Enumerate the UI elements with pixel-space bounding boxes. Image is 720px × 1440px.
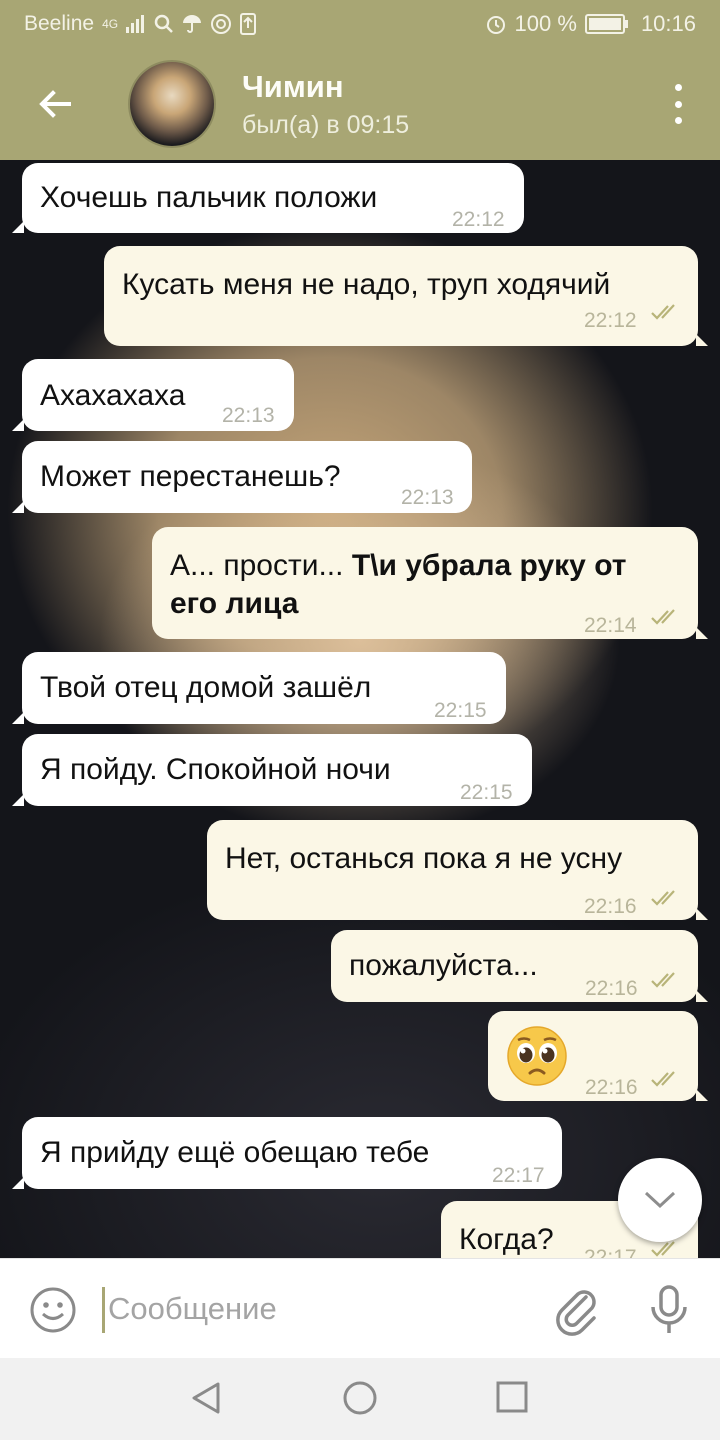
read-ticks-icon	[651, 972, 675, 988]
system-nav-bar	[0, 1358, 720, 1440]
message-time: 22:14	[584, 614, 637, 637]
status-left: Beeline 4G	[24, 12, 257, 36]
message-time: 22:12	[584, 309, 637, 332]
message-bubble-in[interactable]: Может перестанешь? 22:13	[12, 441, 472, 513]
message-bubble-in[interactable]: Хочешь пальчик положи 22:12	[12, 163, 524, 233]
message-bubble-in[interactable]: Я прийду ещё обещаю тебе 22:17	[12, 1117, 562, 1189]
message-bubble-out[interactable]: 🥺 22:16	[488, 1011, 708, 1101]
message-text: Я прийду ещё обещаю тебе	[40, 1136, 430, 1169]
message-time: 22:15	[434, 699, 487, 722]
read-ticks-icon	[651, 1241, 675, 1257]
message-time: 22:17	[492, 1164, 545, 1187]
avatar[interactable]	[128, 60, 216, 148]
back-button[interactable]	[20, 69, 90, 139]
contact-info[interactable]: Чимин был(а) в 09:15	[242, 69, 409, 140]
message-input[interactable]	[108, 1285, 528, 1333]
text-cursor	[102, 1287, 105, 1333]
message-text: Твой отец домой зашёл	[40, 671, 372, 704]
message-text-bold: Т\и убрала руку от	[351, 549, 627, 582]
alarm-icon	[486, 16, 505, 34]
read-ticks-icon	[651, 609, 675, 625]
umbrella-icon	[183, 15, 202, 33]
read-ticks-icon	[651, 890, 675, 906]
chevron-down-icon	[644, 1191, 676, 1209]
status-bar: Beeline 4G 100 % 10:16	[0, 0, 720, 48]
clock: 10:16	[640, 11, 696, 36]
read-ticks-icon	[651, 1071, 675, 1087]
battery-percent: 100 %	[514, 11, 577, 36]
message-bubble-in[interactable]: Твой отец домой зашёл 22:15	[12, 652, 506, 724]
search-notification-icon	[154, 14, 173, 33]
message-bubble-in[interactable]: Я пойду. Спокойной ночи 22:15	[12, 734, 532, 806]
message-text-line-2: его лица	[170, 587, 299, 620]
message-bubble-out[interactable]: пожалуйста... 22:16	[331, 930, 708, 1002]
back-arrow-icon	[39, 90, 71, 118]
scroll-down-button[interactable]	[618, 1158, 702, 1242]
network-type: 4G	[102, 17, 119, 31]
message-text: Хочешь пальчик положи	[40, 181, 378, 214]
carrier-label: Beeline	[24, 12, 95, 35]
chat-messages[interactable]: Хочешь пальчик положи 22:12 Кусать меня …	[0, 160, 720, 1258]
message-input-bar	[0, 1258, 720, 1359]
upload-icon	[240, 13, 257, 35]
message-text: Может перестанешь?	[40, 460, 341, 493]
message-bubble-out[interactable]: Нет, останься пока я не усну 22:16	[207, 820, 708, 920]
message-text: Ахахахаха	[40, 379, 186, 412]
message-time: 22:16	[585, 977, 638, 1000]
message-time: 22:13	[401, 486, 454, 509]
message-bubble-out[interactable]: Кусать меня не надо, труп ходячий 22:12	[104, 246, 708, 346]
message-time: 22:12	[452, 208, 505, 231]
message-text: Кусать меня не надо, труп ходячий	[122, 268, 611, 301]
status-right: 100 % 10:16	[485, 11, 696, 37]
last-seen-status: был(а) в 09:15	[242, 110, 410, 139]
message-text: Нет, останься пока я не усну	[225, 842, 623, 875]
message-time: 22:13	[222, 404, 275, 427]
message-text: пожалуйста...	[349, 949, 538, 982]
mic-icon[interactable]	[646, 1283, 692, 1337]
message-time: 22:15	[460, 781, 513, 804]
message-time: 22:16	[585, 1076, 638, 1099]
attach-icon[interactable]	[552, 1283, 602, 1337]
chat-header: Чимин был(а) в 09:15	[0, 48, 720, 160]
nav-back-icon[interactable]	[188, 1380, 224, 1416]
message-time: 22:17	[584, 1246, 637, 1258]
emoji-icon[interactable]	[28, 1285, 78, 1335]
read-ticks-icon	[651, 304, 675, 320]
message-time: 22:16	[584, 895, 637, 918]
nav-home-icon[interactable]	[342, 1380, 378, 1416]
message-text-plain: А... прости...	[170, 549, 352, 582]
message-bubble-in[interactable]: Ахахахаха 22:13	[12, 359, 294, 431]
contact-name: Чимин	[242, 68, 344, 104]
at-icon	[211, 14, 232, 34]
message-text: Когда?	[459, 1223, 554, 1256]
message-text-line-1: А... прости... Т\и убрала руку от	[170, 547, 626, 585]
message-bubble-out[interactable]: А... прости... Т\и убрала руку от его ли…	[152, 527, 708, 639]
signal-icon	[126, 15, 145, 33]
battery-icon	[584, 14, 628, 34]
message-text: Я пойду. Спокойной ночи	[40, 753, 391, 786]
nav-recent-icon[interactable]	[496, 1381, 528, 1413]
more-vert-icon[interactable]	[666, 84, 690, 124]
